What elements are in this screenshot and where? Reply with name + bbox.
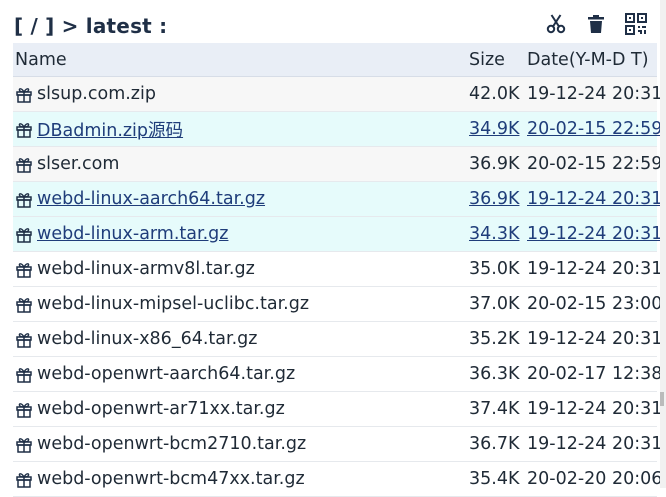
file-size-cell: 42.0K: [469, 84, 520, 104]
file-date-cell: 20-02-15 22:59: [527, 119, 663, 139]
file-date-cell: 19-12-24 20:31: [527, 259, 663, 279]
path-header: [ / ] > latest :: [14, 10, 654, 42]
scrollbar[interactable]: [660, 0, 666, 488]
file-size-cell: 35.4K: [469, 469, 520, 489]
scissors-icon[interactable]: [544, 12, 568, 36]
gift-icon: [15, 295, 33, 313]
table-body: slsup.com.zip 42.0K 19-12-24 20:31 DBadmin.…: [13, 77, 662, 497]
gift-icon: [15, 400, 33, 418]
column-header-date[interactable]: Date(Y-M-D T): [527, 43, 649, 76]
file-name-cell[interactable]: webd-linux-x86_64.tar.gz: [15, 322, 257, 356]
file-name-link[interactable]: DBadmin.zip源码: [37, 117, 183, 142]
gift-icon: [15, 470, 33, 488]
trash-icon[interactable]: [584, 12, 608, 36]
file-size-cell: 37.0K: [469, 294, 520, 314]
table-row[interactable]: webd-linux-arm.tar.gz 34.3K 19-12-24 20:31: [13, 217, 662, 252]
gift-icon: [15, 120, 33, 138]
file-name-link[interactable]: slsup.com.zip: [37, 84, 156, 104]
file-date-cell: 19-12-24 20:31: [527, 434, 663, 454]
table-row[interactable]: DBadmin.zip源码 34.9K 20-02-15 22:59: [13, 112, 662, 147]
table-row[interactable]: webd-linux-mipsel-uclibc.tar.gz 37.0K 20-0…: [13, 287, 662, 322]
file-date-cell: 19-12-24 20:31: [527, 399, 663, 419]
file-name-cell[interactable]: webd-openwrt-bcm47xx.tar.gz: [15, 462, 305, 496]
file-size-cell: 34.3K: [469, 224, 520, 244]
file-name-link[interactable]: webd-linux-x86_64.tar.gz: [37, 329, 257, 349]
column-header-size[interactable]: Size: [469, 43, 505, 76]
table-header: Name Size Date(Y-M-D T): [13, 43, 657, 77]
table-row[interactable]: slsup.com.zip 42.0K 19-12-24 20:31: [13, 77, 662, 112]
file-name-cell[interactable]: webd-openwrt-bcm2710.tar.gz: [15, 427, 306, 461]
file-name-cell[interactable]: webd-openwrt-aarch64.tar.gz: [15, 357, 295, 391]
table-row[interactable]: webd-linux-x86_64.tar.gz 35.2K 19-12-24 20…: [13, 322, 662, 357]
file-name-link[interactable]: webd-openwrt-bcm47xx.tar.gz: [37, 469, 305, 489]
file-date-cell: 20-02-15 23:00: [527, 294, 663, 314]
file-size-cell: 36.9K: [469, 154, 520, 174]
file-name-cell[interactable]: slser.com: [15, 147, 119, 181]
file-size-cell: 36.7K: [469, 434, 520, 454]
gift-icon: [15, 155, 33, 173]
file-name-link[interactable]: webd-linux-armv8l.tar.gz: [37, 259, 255, 279]
file-size-cell: 37.4K: [469, 399, 520, 419]
gift-icon: [15, 190, 33, 208]
gift-icon: [15, 330, 33, 348]
file-date-cell: 19-12-24 20:31: [527, 224, 663, 244]
file-name-link[interactable]: webd-openwrt-ar71xx.tar.gz: [37, 399, 285, 419]
table-row[interactable]: webd-openwrt-ar71xx.tar.gz 37.4K 19-12-24 …: [13, 392, 662, 427]
table-row[interactable]: webd-openwrt-aarch64.tar.gz 36.3K 20-02-17…: [13, 357, 662, 392]
file-name-link[interactable]: webd-openwrt-bcm2710.tar.gz: [37, 434, 306, 454]
file-name-cell[interactable]: slsup.com.zip: [15, 77, 156, 111]
gift-icon: [15, 85, 33, 103]
file-date-cell: 20-02-20 20:06: [527, 469, 663, 489]
file-name-link[interactable]: webd-linux-aarch64.tar.gz: [37, 189, 265, 209]
table-row[interactable]: webd-openwrt-bcm2710.tar.gz 36.7K 19-12-24…: [13, 427, 662, 462]
file-table: Name Size Date(Y-M-D T) slsup.com.zip 42.…: [13, 43, 662, 497]
file-size-cell: 34.9K: [469, 119, 520, 139]
file-size-cell: 35.2K: [469, 329, 520, 349]
gift-icon: [15, 365, 33, 383]
file-size-cell: 36.3K: [469, 364, 520, 384]
file-name-cell[interactable]: DBadmin.zip源码: [15, 112, 183, 146]
table-row[interactable]: webd-linux-aarch64.tar.gz 36.9K 19-12-24 2…: [13, 182, 662, 217]
file-date-cell: 20-02-15 22:59: [527, 154, 663, 174]
file-name-link[interactable]: slser.com: [37, 154, 119, 174]
file-name-link[interactable]: webd-linux-mipsel-uclibc.tar.gz: [37, 294, 309, 314]
gift-icon: [15, 225, 33, 243]
file-name-cell[interactable]: webd-linux-mipsel-uclibc.tar.gz: [15, 287, 309, 321]
toolbar: [544, 12, 648, 36]
table-row[interactable]: webd-openwrt-bcm47xx.tar.gz 35.4K 20-02-20…: [13, 462, 662, 497]
file-date-cell: 19-12-24 20:31: [527, 329, 663, 349]
table-row[interactable]: webd-linux-armv8l.tar.gz 35.0K 19-12-24 20…: [13, 252, 662, 287]
gift-icon: [15, 260, 33, 278]
file-name-link[interactable]: webd-openwrt-aarch64.tar.gz: [37, 364, 295, 384]
qrcode-icon[interactable]: [624, 12, 648, 36]
breadcrumb-path[interactable]: [ / ] > latest :: [14, 14, 167, 38]
file-name-cell[interactable]: webd-linux-aarch64.tar.gz: [15, 182, 265, 216]
file-size-cell: 35.0K: [469, 259, 520, 279]
gift-icon: [15, 435, 33, 453]
file-size-cell: 36.9K: [469, 189, 520, 209]
file-name-link[interactable]: webd-linux-arm.tar.gz: [37, 224, 228, 244]
column-header-name[interactable]: Name: [15, 43, 67, 76]
table-row[interactable]: slser.com 36.9K 20-02-15 22:59: [13, 147, 662, 182]
file-name-cell[interactable]: webd-openwrt-ar71xx.tar.gz: [15, 392, 285, 426]
file-date-cell: 19-12-24 20:31: [527, 84, 663, 104]
file-date-cell: 19-12-24 20:31: [527, 189, 663, 209]
file-name-cell[interactable]: webd-linux-arm.tar.gz: [15, 217, 228, 251]
scrollbar-thumb[interactable]: [660, 392, 664, 406]
file-date-cell: 20-02-17 12:38: [527, 364, 663, 384]
file-name-cell[interactable]: webd-linux-armv8l.tar.gz: [15, 252, 255, 286]
